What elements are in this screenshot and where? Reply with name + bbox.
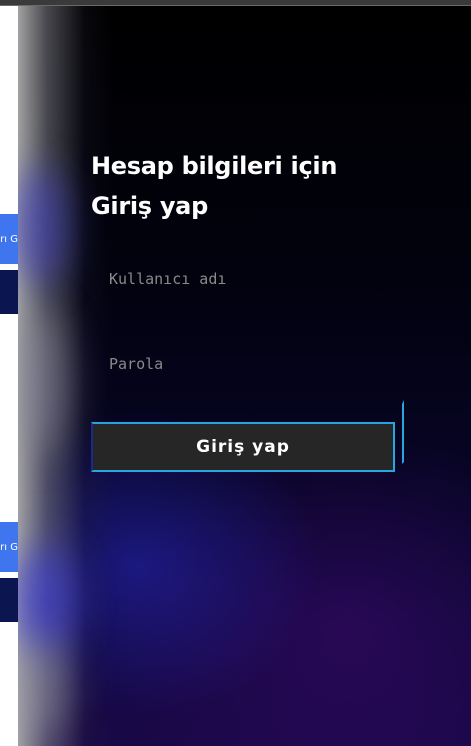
login-title: Hesap bilgileri için Giriş yap — [91, 146, 391, 226]
background-button[interactable]: arı G — [0, 214, 18, 264]
background-button-label-2: arı G — [0, 541, 18, 553]
login-button-wrapper: Giriş yap — [91, 400, 407, 484]
background-dark-block-2 — [0, 578, 18, 622]
background-button-2[interactable]: arı G — [0, 522, 18, 572]
password-input[interactable] — [91, 342, 391, 386]
login-button-3d-edge — [394, 400, 404, 472]
login-submit-label: Giriş yap — [196, 437, 290, 457]
username-input[interactable] — [91, 257, 391, 301]
background-dark-block — [0, 270, 18, 314]
login-submit-button[interactable]: Giriş yap — [91, 422, 395, 472]
login-title-line1: Hesap bilgileri için — [91, 152, 338, 180]
background-page: arı G arı G — [0, 6, 18, 746]
login-title-line2: Giriş yap — [91, 192, 208, 220]
login-modal: Hesap bilgileri için Giriş yap Giriş yap — [18, 6, 471, 746]
background-button-label: arı G — [0, 233, 18, 245]
